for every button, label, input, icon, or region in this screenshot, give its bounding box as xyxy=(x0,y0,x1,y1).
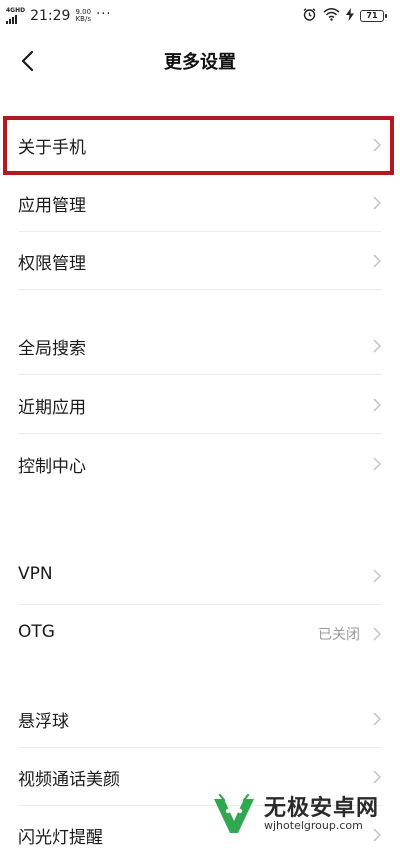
divider xyxy=(18,289,382,290)
chevron-right-icon xyxy=(373,339,382,353)
watermark-text: 无极安卓网 wjhotelgroup.com xyxy=(264,797,379,832)
divider xyxy=(18,433,382,434)
chevron-right-icon xyxy=(373,196,382,210)
watermark-url: wjhotelgroup.com xyxy=(264,818,363,832)
chevron-right-icon xyxy=(373,712,382,726)
settings-item-label: 视频通话美颜 xyxy=(18,770,120,790)
settings-item-label: 权限管理 xyxy=(18,254,86,274)
signal-icon xyxy=(6,15,17,24)
alarm-icon xyxy=(302,7,317,26)
status-right: 71 xyxy=(302,7,387,26)
status-bar: 4GHD 21:29 9.00 KB/s ··· 71 xyxy=(0,0,400,34)
page-title: 更多设置 xyxy=(164,52,236,73)
settings-item-label: OTG xyxy=(18,622,55,642)
settings-item-label: 控制中心 xyxy=(18,457,86,477)
battery-icon: 71 xyxy=(360,10,387,22)
chevron-right-icon xyxy=(373,398,382,412)
network-indicator: 4GHD xyxy=(6,8,25,24)
status-left: 4GHD 21:29 9.00 KB/s ··· xyxy=(6,6,111,26)
chevron-right-icon xyxy=(373,457,382,471)
settings-item-control-center[interactable]: 控制中心 xyxy=(0,435,400,493)
settings-item-label: 悬浮球 xyxy=(18,712,69,732)
chevron-right-icon xyxy=(373,770,382,784)
chevron-right-icon xyxy=(373,627,382,641)
settings-item-value: 已关闭 xyxy=(318,627,360,643)
settings-item-otg[interactable]: OTG 已关闭 xyxy=(0,605,400,663)
clock: 21:29 xyxy=(30,8,71,24)
network-type-label: 4GHD xyxy=(6,7,26,14)
watermark: 无极安卓网 wjhotelgroup.com xyxy=(210,788,396,840)
settings-item-app-management[interactable]: 应用管理 xyxy=(0,174,400,232)
settings-item-label: 全局搜索 xyxy=(18,339,86,359)
settings-item-label: VPN xyxy=(18,564,53,584)
settings-item-global-search[interactable]: 全局搜索 xyxy=(0,317,400,375)
settings-item-label: 闪光灯提醒 xyxy=(18,828,103,848)
chevron-right-icon xyxy=(373,569,382,583)
chevron-right-icon xyxy=(373,254,382,268)
battery-level: 71 xyxy=(366,11,378,20)
network-speed: 9.00 KB/s xyxy=(75,9,91,23)
header: 更多设置 xyxy=(0,34,400,88)
settings-item-label: 近期应用 xyxy=(18,398,86,418)
settings-item-label: 应用管理 xyxy=(18,196,86,216)
charging-icon xyxy=(346,7,354,25)
highlight-annotation xyxy=(3,116,394,175)
divider xyxy=(18,374,382,375)
more-notifications-icon: ··· xyxy=(96,6,112,22)
wifi-icon xyxy=(323,7,340,25)
network-speed-unit: KB/s xyxy=(75,15,91,23)
settings-item-vpn[interactable]: VPN xyxy=(0,547,400,605)
android-logo-icon xyxy=(214,793,254,833)
watermark-name: 无极安卓网 xyxy=(264,795,380,821)
settings-item-permission-management[interactable]: 权限管理 xyxy=(0,232,400,290)
settings-item-recent-apps[interactable]: 近期应用 xyxy=(0,376,400,434)
settings-item-floating-ball[interactable]: 悬浮球 xyxy=(0,690,400,748)
